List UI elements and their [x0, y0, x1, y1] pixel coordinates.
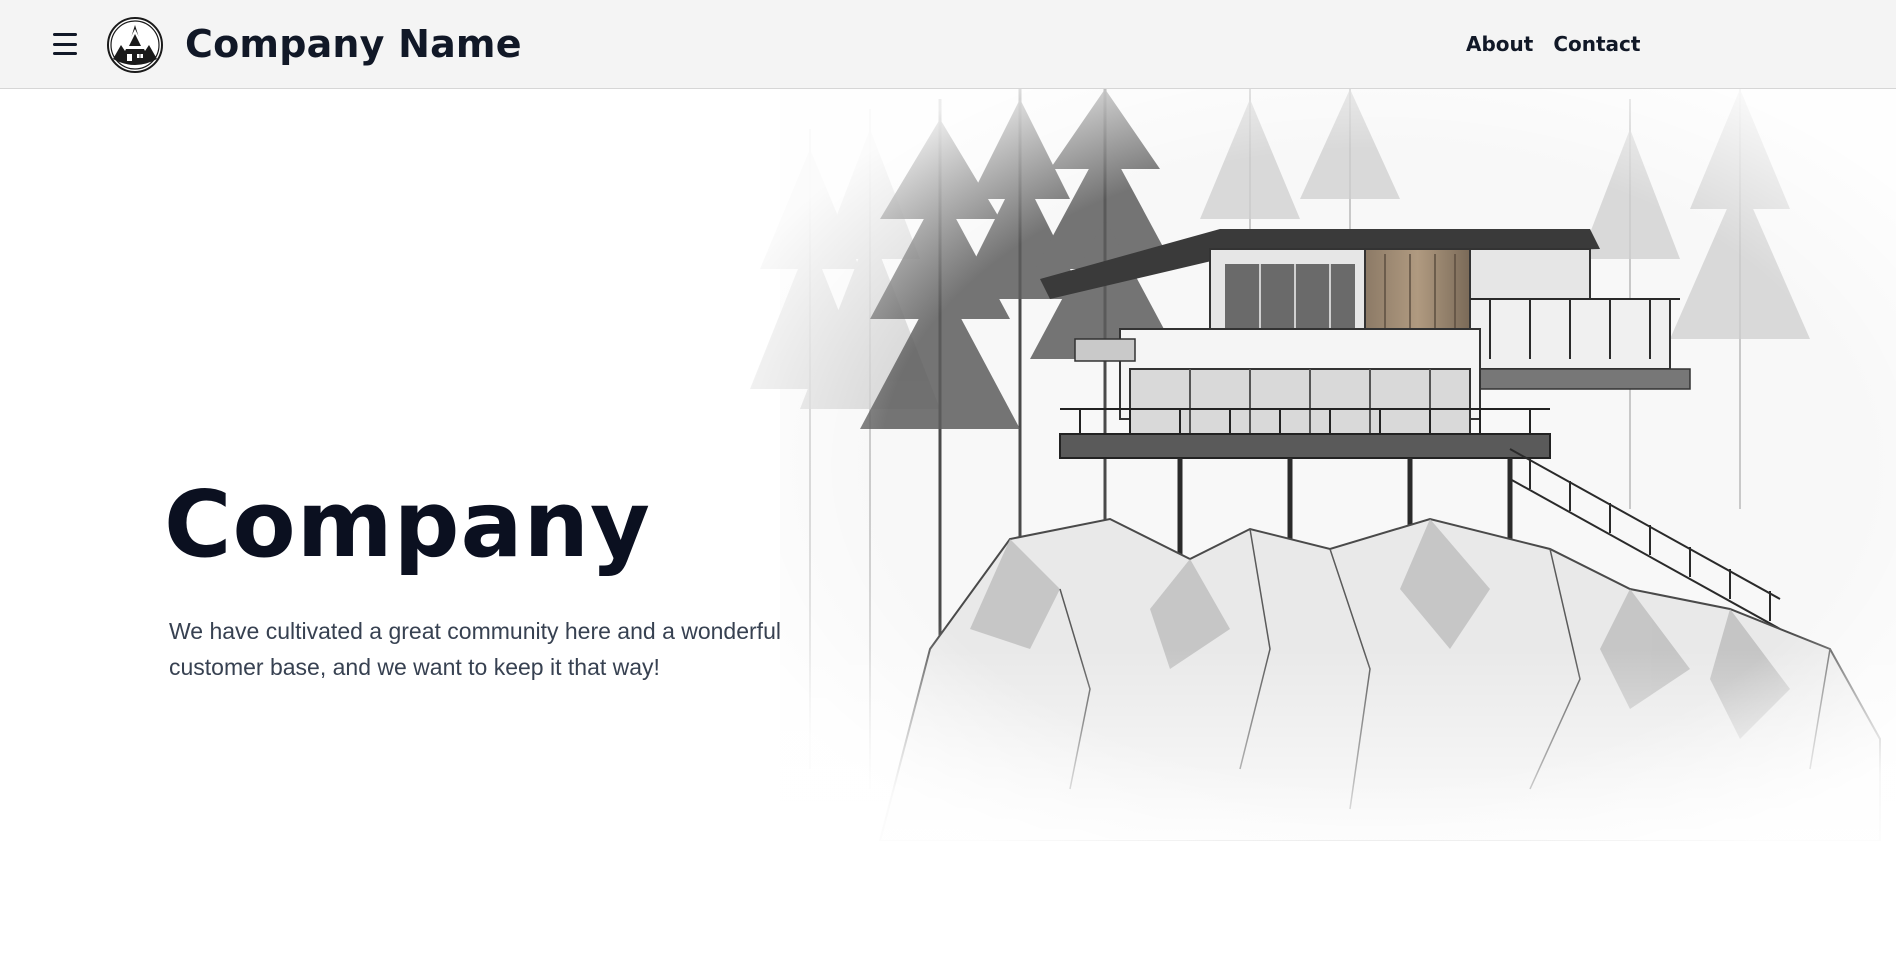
- nav-link-about[interactable]: About: [1466, 30, 1533, 58]
- a-frame-cabin-logo-icon[interactable]: [106, 15, 164, 75]
- menu-line: [53, 33, 77, 36]
- menu-line: [53, 42, 77, 46]
- main-nav: About Contact: [1466, 30, 1640, 58]
- site-header: Company Name About Contact: [0, 0, 1896, 89]
- brand-name[interactable]: Company Name: [185, 20, 522, 68]
- hero-sketch-image: [730, 89, 1896, 841]
- hamburger-menu-icon[interactable]: [50, 30, 80, 58]
- nav-link-contact[interactable]: Contact: [1553, 30, 1640, 58]
- hero-description: We have cultivated a great community her…: [169, 618, 781, 680]
- hero-title: Company: [164, 471, 651, 578]
- menu-line: [53, 52, 77, 55]
